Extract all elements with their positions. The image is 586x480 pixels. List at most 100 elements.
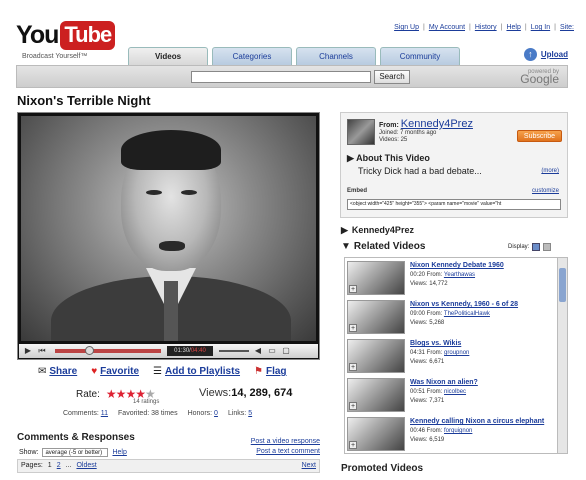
user-videos-section[interactable]: ▶ Kennedy4Prez: [341, 225, 414, 236]
add-to-quicklist-icon[interactable]: +: [349, 402, 357, 410]
tab-channels[interactable]: Channels: [296, 47, 376, 65]
video-frame[interactable]: [21, 116, 316, 341]
history-link[interactable]: History: [475, 24, 497, 31]
top-links: Sign Up | My Account | History | Help | Log …: [394, 24, 574, 31]
post-text-comment-link[interactable]: Post a text comment: [251, 447, 320, 457]
honors-stat: Honors: 0: [188, 410, 218, 417]
ratings-count: 14 ratings: [133, 399, 160, 405]
signup-link[interactable]: Sign Up: [394, 24, 419, 31]
add-to-quicklist-icon[interactable]: +: [349, 324, 357, 332]
related-video-duration: 09:00 From: ThePoliticalHawk: [410, 311, 490, 317]
favorited-stat-value: 38 times: [151, 410, 178, 417]
video-figure-eye: [146, 190, 162, 195]
add-to-quicklist-icon[interactable]: +: [349, 285, 357, 293]
my-account-link[interactable]: My Account: [429, 24, 465, 31]
share-label: Share: [49, 366, 78, 377]
views-label: Views:: [199, 387, 232, 399]
list-view-icon[interactable]: [532, 243, 541, 251]
post-video-response-link[interactable]: Post a video response: [251, 437, 320, 447]
comment-filter-select[interactable]: average (-5 or better): [42, 448, 109, 457]
volume-slider[interactable]: [219, 350, 249, 352]
post-links: Post a video response Post a text commen…: [251, 437, 320, 457]
related-video-title[interactable]: Blogs vs. Wikis: [410, 340, 461, 347]
favorited-stat-label: Favorited:: [118, 410, 150, 417]
add-to-playlists-button[interactable]: ☰ Add to Playlists: [153, 366, 240, 377]
scrollbar-thumb[interactable]: [559, 268, 566, 302]
star-icon[interactable]: ★: [106, 387, 117, 401]
volume-icon[interactable]: ◀: [253, 346, 263, 356]
related-video-title[interactable]: Nixon Kennedy Debate 1960: [410, 262, 504, 269]
help-link[interactable]: Help: [112, 449, 126, 456]
oldest-link[interactable]: Oldest: [76, 462, 96, 470]
comments-stat-value[interactable]: 11: [101, 410, 108, 417]
uploader-link[interactable]: ThePoliticalHawk: [444, 311, 490, 317]
comments-stat: Comments: 11: [63, 410, 108, 417]
separator: |: [524, 24, 527, 31]
favorite-button[interactable]: ♥ Favorite: [91, 366, 139, 377]
uploader-link[interactable]: Yearthawas: [444, 272, 475, 278]
embed-code-field[interactable]: <object width="425" height="355"> <param…: [347, 199, 561, 210]
page-2-link[interactable]: 2: [57, 462, 61, 470]
star-icon[interactable]: ★: [116, 387, 127, 401]
subscribe-button[interactable]: Subscribe: [517, 130, 562, 142]
tab-community[interactable]: Community: [380, 47, 460, 65]
add-to-quicklist-icon[interactable]: +: [349, 441, 357, 449]
upload-label: Upload: [540, 50, 568, 59]
uploader-link[interactable]: groupnon: [444, 350, 469, 356]
video-player[interactable]: ▶ ⏮ 01:30/04:40 ◀ ▭ ▢: [17, 112, 320, 360]
next-link[interactable]: Next: [302, 462, 316, 470]
list-item[interactable]: + Nixon Kennedy Debate 1960 00:20 From: Ye…: [347, 261, 557, 297]
list-item[interactable]: + Nixon vs Kennedy, 1960 - 6 of 28 09:00 F…: [347, 300, 557, 336]
channel-username-link[interactable]: Kennedy4Prez: [401, 118, 473, 130]
flag-button[interactable]: ⚑ Flag: [254, 366, 287, 377]
list-item[interactable]: + Kennedy calling Nixon a circus elephant…: [347, 417, 557, 453]
logo-you-text: You: [16, 21, 59, 49]
help-link[interactable]: Help: [506, 24, 520, 31]
related-video-views: Views: 6,519: [410, 437, 445, 443]
main-tabs: Videos Categories Channels Community: [128, 47, 460, 65]
duration-value: 00:46: [410, 428, 426, 434]
fullscreen-icon[interactable]: ▭: [267, 346, 277, 356]
video-actions: ✉ Share ♥ Favorite ☰ Add to Playlists ⚑ …: [38, 366, 287, 377]
favorited-stat: Favorited: 38 times: [118, 410, 178, 417]
upload-arrow-icon: ↑: [523, 48, 537, 61]
tab-categories[interactable]: Categories: [212, 47, 292, 65]
related-video-title[interactable]: Kennedy calling Nixon a circus elephant: [410, 418, 544, 425]
tab-videos[interactable]: Videos: [128, 47, 208, 65]
embed-label: Embed: [347, 188, 368, 194]
rewind-icon[interactable]: ⏮: [37, 346, 47, 356]
search-input[interactable]: [191, 71, 371, 83]
uploader-link[interactable]: forquignon: [444, 428, 472, 434]
youtube-logo[interactable]: You Tube: [16, 21, 116, 50]
related-video-title[interactable]: Was Nixon an alien?: [410, 379, 478, 386]
powered-by-google: powered by Google: [520, 69, 559, 86]
search-button[interactable]: Search: [374, 70, 410, 84]
site-link[interactable]: Site:: [560, 24, 574, 31]
progress-bar[interactable]: [55, 346, 161, 355]
about-heading: ▶ About This Video: [347, 153, 430, 163]
share-button[interactable]: ✉ Share: [38, 366, 77, 377]
login-link[interactable]: Log In: [531, 24, 550, 31]
upload-button[interactable]: ↑ Upload: [523, 48, 568, 61]
related-video-duration: 00:46 From: forquignon: [410, 428, 473, 434]
about-text: Tricky Dick had a bad debate...: [358, 166, 482, 176]
expand-icon[interactable]: ▢: [281, 346, 291, 356]
add-to-quicklist-icon[interactable]: +: [349, 363, 357, 371]
page-1[interactable]: 1: [48, 462, 52, 470]
honors-stat-value[interactable]: 0: [214, 410, 218, 417]
progress-knob[interactable]: [84, 346, 94, 355]
avatar[interactable]: [347, 119, 375, 145]
scrollbar[interactable]: [557, 258, 567, 453]
uploader-link[interactable]: nicolbec: [444, 389, 466, 395]
user-videos-heading: Kennedy4Prez: [351, 225, 414, 235]
list-item[interactable]: + Was Nixon an alien? 00:51 From: nicolbec…: [347, 378, 557, 414]
play-icon[interactable]: ▶: [23, 346, 33, 356]
more-link[interactable]: (more): [541, 168, 559, 174]
list-item[interactable]: + Blogs vs. Wikis 04:31 From: groupnon View…: [347, 339, 557, 375]
display-label: Display:: [508, 244, 530, 250]
links-stat-value[interactable]: 5: [248, 410, 252, 417]
related-videos-section[interactable]: ▼ Related Videos: [341, 241, 425, 252]
customize-link[interactable]: customize: [532, 188, 559, 194]
related-video-title[interactable]: Nixon vs Kennedy, 1960 - 6 of 28: [410, 301, 518, 308]
grid-view-icon[interactable]: [543, 243, 552, 251]
